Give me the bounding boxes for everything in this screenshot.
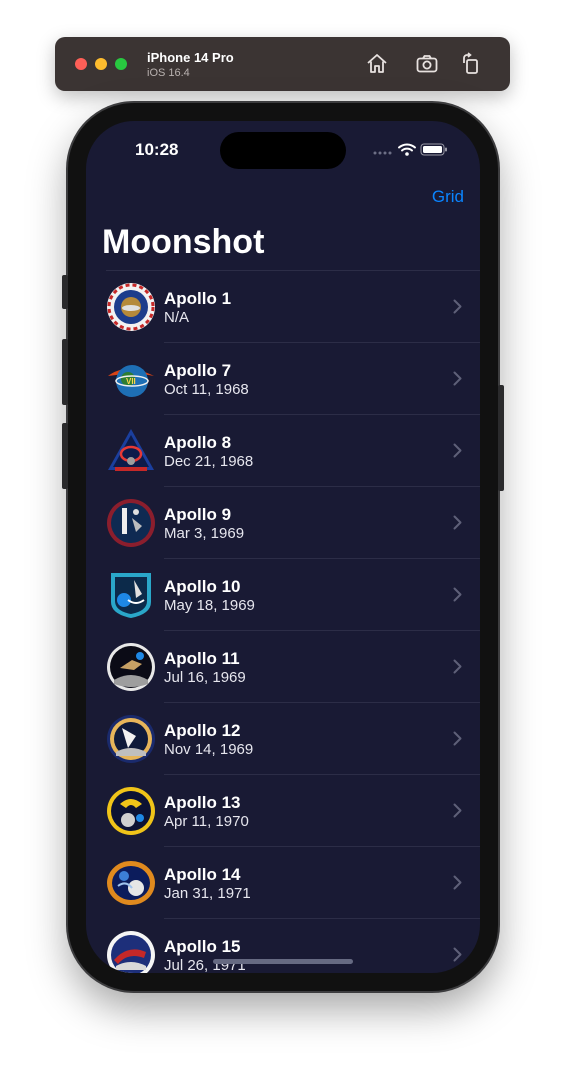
mission-row-apollo-15[interactable]: Apollo 15 Jul 26, 1971 bbox=[86, 919, 480, 973]
device-name: iPhone 14 Pro bbox=[147, 50, 234, 65]
mission-row-apollo-8[interactable]: Apollo 8 Dec 21, 1968 bbox=[86, 415, 480, 487]
page-title: Moonshot bbox=[102, 223, 265, 261]
apollo-1-patch-icon bbox=[107, 283, 155, 331]
mission-name: Apollo 13 bbox=[164, 793, 241, 812]
mission-name: Apollo 8 bbox=[164, 433, 232, 452]
mission-name: Apollo 10 bbox=[164, 577, 241, 596]
chevron-right-icon bbox=[453, 299, 462, 314]
mission-date: Jan 31, 1971 bbox=[164, 885, 251, 902]
wifi-icon bbox=[398, 143, 416, 152]
apollo-13-patch-icon bbox=[107, 787, 155, 835]
mission-list: Apollo 1 N/A VII Apollo 7 Oct 11, 1968 A… bbox=[86, 271, 480, 973]
zoom-window-button[interactable] bbox=[115, 58, 127, 70]
apollo-12-patch-icon bbox=[107, 715, 155, 763]
mission-row-apollo-14[interactable]: Apollo 14 Jan 31, 1971 bbox=[86, 847, 480, 919]
apollo-7-patch-icon: VII bbox=[108, 365, 154, 397]
chevron-right-icon bbox=[453, 371, 462, 386]
status-time: 10:28 bbox=[135, 140, 179, 159]
simulator-toolbar: iPhone 14 Pro iOS 16.4 bbox=[55, 37, 510, 91]
mission-date: Dec 21, 1968 bbox=[164, 453, 254, 470]
mission-name: Apollo 11 bbox=[164, 649, 240, 668]
dynamic-island bbox=[220, 132, 346, 169]
chevron-right-icon bbox=[453, 875, 462, 890]
mission-row-apollo-13[interactable]: Apollo 13 Apr 11, 1970 bbox=[86, 775, 480, 847]
cellular-icon bbox=[373, 151, 392, 155]
apollo-15-patch-icon bbox=[107, 931, 155, 973]
mission-row-apollo-11[interactable]: Apollo 11 Jul 16, 1969 bbox=[86, 631, 480, 703]
mission-row-apollo-7[interactable]: VII Apollo 7 Oct 11, 1968 bbox=[86, 343, 480, 415]
mission-date: Nov 14, 1969 bbox=[164, 741, 254, 758]
mission-row-apollo-1[interactable]: Apollo 1 N/A bbox=[86, 271, 480, 343]
mission-name: Apollo 1 bbox=[164, 289, 232, 308]
mission-date: Jul 16, 1969 bbox=[164, 669, 246, 686]
rotate-icon[interactable] bbox=[459, 52, 483, 76]
status-icons bbox=[373, 143, 447, 156]
mission-name: Apollo 14 bbox=[164, 865, 241, 884]
minimize-window-button[interactable] bbox=[95, 58, 107, 70]
mission-date: Oct 11, 1968 bbox=[164, 381, 249, 398]
mission-date: N/A bbox=[164, 309, 190, 326]
volume-up-button bbox=[62, 339, 68, 405]
chevron-right-icon bbox=[453, 515, 462, 530]
battery-icon bbox=[420, 143, 447, 156]
chevron-right-icon bbox=[453, 587, 462, 602]
mission-name: Apollo 12 bbox=[164, 721, 241, 740]
close-window-button[interactable] bbox=[75, 58, 87, 70]
mission-name: Apollo 15 bbox=[164, 937, 241, 956]
mission-date: May 18, 1969 bbox=[164, 597, 255, 614]
power-button bbox=[498, 385, 504, 491]
mission-row-apollo-9[interactable]: Apollo 9 Mar 3, 1969 bbox=[86, 487, 480, 559]
chevron-right-icon bbox=[453, 443, 462, 458]
mission-name: Apollo 9 bbox=[164, 505, 232, 524]
app-screen: 10:28 Grid Moonshot Apollo 1 N/A VII Apo… bbox=[86, 121, 480, 973]
grid-button[interactable]: Grid bbox=[432, 187, 464, 207]
iphone-frame: 10:28 Grid Moonshot Apollo 1 N/A VII Apo… bbox=[62, 103, 504, 991]
chevron-right-icon bbox=[453, 947, 462, 962]
apollo-9-patch-icon bbox=[107, 499, 155, 547]
mission-date: Mar 3, 1969 bbox=[164, 525, 245, 542]
chevron-right-icon bbox=[453, 803, 462, 818]
mission-date: Apr 11, 1970 bbox=[164, 813, 249, 830]
screenshot-icon[interactable] bbox=[415, 52, 439, 76]
volume-down-button bbox=[62, 423, 68, 489]
svg-text:VII: VII bbox=[126, 377, 136, 386]
action-button bbox=[62, 275, 68, 309]
chevron-right-icon bbox=[453, 659, 462, 674]
apollo-8-patch-icon bbox=[108, 429, 154, 471]
apollo-10-patch-icon bbox=[111, 573, 151, 618]
mission-name: Apollo 7 bbox=[164, 361, 232, 380]
chevron-right-icon bbox=[453, 731, 462, 746]
os-version: iOS 16.4 bbox=[147, 67, 190, 79]
mission-row-apollo-12[interactable]: Apollo 12 Nov 14, 1969 bbox=[86, 703, 480, 775]
apollo-11-patch-icon bbox=[107, 643, 155, 691]
home-icon[interactable] bbox=[365, 52, 389, 76]
mission-row-apollo-10[interactable]: Apollo 10 May 18, 1969 bbox=[86, 559, 480, 631]
apollo-14-patch-icon bbox=[107, 861, 155, 905]
home-indicator[interactable] bbox=[213, 959, 353, 964]
